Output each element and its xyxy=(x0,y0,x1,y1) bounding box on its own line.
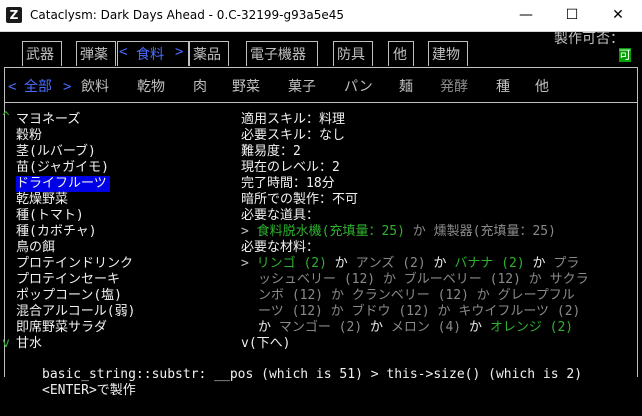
material-apple: リンゴ (2) xyxy=(256,256,327,271)
craft-hint: <ENTER>で製作 xyxy=(42,383,136,398)
subtab-divider-line xyxy=(4,102,638,103)
material-or: か xyxy=(468,320,482,335)
materials-line-1: > リンゴ (2) か アンズ (2) か バナナ (2) か プラ xyxy=(241,256,579,272)
subtab-vegetables[interactable]: 野菜 xyxy=(232,79,260,95)
recipe-item[interactable]: 種(カボチャ) xyxy=(16,224,97,240)
subtab-drinks[interactable]: 飲料 xyxy=(81,79,109,95)
recipe-item[interactable]: 種(トマト) xyxy=(16,208,84,224)
subtab-seeds[interactable]: 種 xyxy=(496,79,510,95)
material-or: か xyxy=(433,256,447,271)
tab-right-arrow: > xyxy=(175,44,184,60)
tool-prefix: > xyxy=(241,224,249,239)
error-message: basic_string::substr: __pos (which is 51… xyxy=(42,367,583,382)
tab-other[interactable]: 他 xyxy=(393,44,407,64)
material-prefix: > xyxy=(241,256,249,271)
app-icon: Z xyxy=(6,7,22,23)
tab-ammo[interactable]: 弾薬 xyxy=(80,44,108,64)
material-banana: バナナ (2) xyxy=(454,256,525,271)
subtab-snacks[interactable]: 菓子 xyxy=(288,79,316,95)
material-mango: マンゴー (2) xyxy=(278,320,363,335)
tools-line: > 食料脱水機(充填量：25) か 燻製器(充填量：25) xyxy=(241,224,556,240)
craft-time: 完了時間：18分 xyxy=(241,176,335,191)
materials-header: 必要な材料： xyxy=(241,240,320,255)
recipe-item[interactable]: ポップコーン(塩) xyxy=(16,288,122,304)
material-or: か xyxy=(258,320,272,335)
tool-smoking-rack: 燻製器(充填量：25) xyxy=(433,224,556,239)
materials-line-3: ンボ (12) か クランベリー (12) か グレープフル xyxy=(258,288,575,303)
recipe-item[interactable]: 鳥の餌 xyxy=(16,240,55,256)
tool-food-dehydrator: 食料脱水機(充填量：25) xyxy=(256,224,405,239)
materials-line-5: か マンゴー (2) か メロン (4) か オレンジ (2) xyxy=(258,320,573,336)
craftable-label: 製作可否： xyxy=(554,31,624,47)
tab-food[interactable]: 食料 xyxy=(136,44,164,64)
subtab-right-arrow: > xyxy=(63,79,72,95)
recipe-item[interactable]: 甘水 xyxy=(16,336,42,352)
craftable-value: 可 xyxy=(619,48,632,62)
subtab-left-arrow: < xyxy=(8,79,17,95)
current-level: 現在のレベル：2 xyxy=(241,160,340,175)
subtab-all[interactable]: 全部 xyxy=(24,79,52,95)
recipe-item[interactable]: マヨネーズ xyxy=(16,112,80,128)
frame-right-border xyxy=(637,67,638,377)
tab-weapons[interactable]: 武器 xyxy=(26,44,54,64)
material-or: か xyxy=(334,256,348,271)
material-melon: メロン (4) xyxy=(390,320,462,335)
tab-buildings[interactable]: 建物 xyxy=(432,44,460,64)
recipe-item[interactable]: 茎(ルバーブ) xyxy=(16,144,96,160)
recipe-item[interactable]: 混合アルコール(弱) xyxy=(16,304,135,320)
material-orange: オレンジ (2) xyxy=(489,320,574,335)
skill-required: 必要スキル：なし xyxy=(241,128,346,143)
subtab-noodles[interactable]: 麺 xyxy=(399,79,413,95)
maximize-button[interactable]: ☐ xyxy=(549,0,595,31)
material-apricot: アンズ (2) xyxy=(355,256,426,271)
tab-medicine[interactable]: 薬品 xyxy=(193,44,221,64)
window-titlebar: Z Cataclysm: Dark Days Ahead - 0.C-32199… xyxy=(0,0,642,32)
subtab-fermented[interactable]: 発酵 xyxy=(440,79,468,95)
dark-craft: 暗所での製作：不可 xyxy=(241,192,359,207)
material-or: か xyxy=(532,256,546,271)
scroll-down-marker: v xyxy=(2,336,10,351)
more-indicator: v(下へ) xyxy=(241,336,291,351)
tab-left-arrow: < xyxy=(119,44,128,60)
recipe-item[interactable]: 苗(ジャガイモ) xyxy=(16,160,109,176)
subtab-meat[interactable]: 肉 xyxy=(193,79,207,95)
subtab-dried[interactable]: 乾物 xyxy=(137,79,165,95)
materials-line-4: ーツ (12) か ブドウ (12) か キウイフルーツ (2) xyxy=(258,304,581,319)
materials-line-2: ッシュベリー (12) か ブルーベリー (12) か サクラ xyxy=(258,272,589,287)
recipe-item[interactable]: プロテインセーキ xyxy=(16,272,120,288)
material-or: か xyxy=(369,320,383,335)
close-button[interactable]: ✕ xyxy=(595,0,641,31)
minimize-button[interactable]: — xyxy=(503,0,549,31)
subtab-other[interactable]: 他 xyxy=(535,79,549,95)
recipe-item[interactable]: プロテインドリンク xyxy=(16,256,133,272)
difficulty: 難易度：2 xyxy=(241,144,301,159)
recipe-item[interactable]: 即席野菜サラダ xyxy=(16,320,107,336)
scroll-up-marker: ^ xyxy=(2,110,10,125)
recipe-item[interactable]: 穀粉 xyxy=(16,128,42,144)
terminal-area: 武器 弾薬 < 食料 > 薬品 電子機器 防具 他 建物 製作可否： 可 < 全… xyxy=(0,31,642,416)
tool-or: か xyxy=(412,224,426,239)
recipe-item-selected[interactable]: ドライフルーツ xyxy=(16,176,110,192)
recipe-item[interactable]: 乾燥野菜 xyxy=(16,192,68,208)
tab-divider-line xyxy=(4,67,638,68)
material-line1-end: プラ xyxy=(553,256,580,271)
subtab-bread[interactable]: パン xyxy=(344,79,373,95)
tab-electronics[interactable]: 電子機器 xyxy=(250,44,306,64)
skill-used: 適用スキル：料理 xyxy=(241,112,346,127)
tab-armor[interactable]: 防具 xyxy=(337,44,365,64)
tools-header: 必要な道具： xyxy=(241,208,320,223)
window-title: Cataclysm: Dark Days Ahead - 0.C-32199-g… xyxy=(30,8,344,22)
